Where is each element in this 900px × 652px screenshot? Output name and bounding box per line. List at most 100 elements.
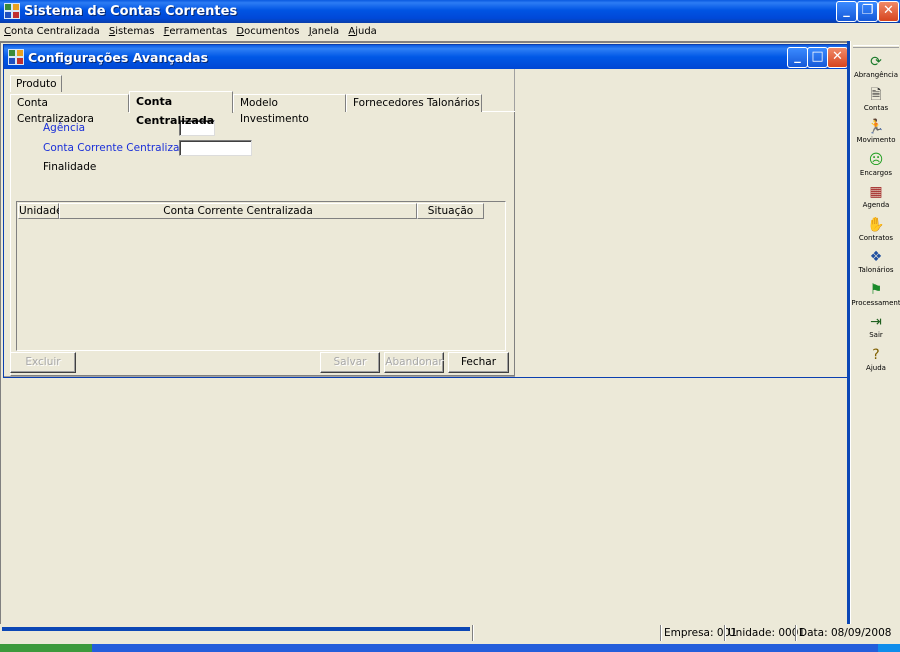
tab-produto[interactable]: Produto (10, 75, 62, 92)
calendar-icon: ▦ (869, 184, 883, 200)
app-title-bar[interactable]: Sistema de Contas Correntes _ ❐ ✕ (0, 0, 900, 23)
system-tray (878, 644, 900, 652)
configuracoes-window: Configurações Avançadas _ □ ✕ Produto Co… (3, 44, 849, 378)
globe-icon: ⟳ (870, 54, 882, 70)
toolbar-button-ajuda[interactable]: ? Ajuda (851, 346, 900, 378)
menu-bar: Conta Centralizada Sistemas Ferramentas … (0, 23, 900, 40)
window-title-bar[interactable]: Configurações Avançadas _ □ ✕ (4, 45, 848, 69)
toolbar-label: Sair (869, 331, 883, 339)
tab-label: Fornecedores Talonários (353, 97, 480, 109)
window-title: Configurações Avançadas (28, 50, 209, 65)
column-header-unidade[interactable]: Unidade (18, 203, 62, 219)
close-button[interactable]: ✕ (878, 1, 899, 22)
running-man-icon: 🏃 (867, 119, 885, 135)
maximize-icon: □ (811, 49, 824, 64)
tab-conta-centralizadora[interactable]: Conta Centralizadora (10, 94, 129, 125)
minimize-icon: _ (843, 3, 850, 18)
app-icon (4, 3, 20, 19)
agencia-label: Agência (43, 122, 86, 134)
menu-conta-centralizada[interactable]: Conta Centralizada (2, 23, 102, 40)
menu-ferramentas[interactable]: Ferramentas (162, 23, 230, 40)
start-button[interactable] (0, 644, 92, 652)
close-icon: ✕ (883, 3, 894, 18)
toolbar-label: Agenda (862, 201, 890, 209)
button-label: Excluir (25, 356, 61, 368)
taskbar (0, 644, 900, 652)
tab-conta-centralizada[interactable]: Conta Centralizada (129, 91, 233, 127)
status-bar: Empresa: 001 Unidade: 0001 Data: 08/09/2… (0, 624, 900, 644)
menu-sistemas[interactable]: Sistemas (107, 23, 157, 40)
toolbar-button-talonarios[interactable]: ❖ Talonários (851, 248, 900, 280)
status-separator (472, 625, 474, 641)
toolbar-button-contas[interactable]: 🗎 Contas (851, 86, 900, 118)
close-icon: ✕ (832, 49, 843, 64)
window-minimize-button[interactable]: _ (787, 47, 808, 68)
status-separator (795, 625, 797, 641)
toolbar-button-agenda[interactable]: ▦ Agenda (851, 183, 900, 215)
minimize-button[interactable]: _ (836, 1, 857, 22)
tab-strip: Conta Centralizadora Conta Centralizada … (10, 91, 515, 127)
side-toolbar: ⟳ Abrangência 🗎 Contas 🏃 Movimento ☹ Encargos ▦ A… (850, 41, 900, 629)
window-body: Produto Conta Centralizadora Conta Centr… (4, 69, 515, 377)
sad-face-icon: ☹ (868, 151, 884, 168)
question-icon: ? (872, 346, 880, 363)
exit-door-icon: ⇥ (870, 314, 882, 330)
toolbar-button-processament[interactable]: ⚑ Processament (851, 281, 900, 313)
progress-bar (2, 627, 470, 631)
tab-label: Conta Centralizada (136, 95, 215, 127)
app-title: Sistema de Contas Correntes (24, 4, 238, 19)
window-close-button[interactable]: ✕ (827, 47, 848, 68)
status-separator (660, 625, 662, 641)
toolbar-label: Abrangência (853, 71, 899, 79)
menu-label: ocumentos (244, 26, 300, 37)
window-maximize-button[interactable]: □ (807, 47, 828, 68)
ledger-icon: 🗎 (870, 86, 882, 103)
toolbar-label: Talonários (858, 266, 894, 274)
contas-grid[interactable]: Unidade Conta Corrente Centralizada Situ… (16, 201, 506, 351)
status-data: Data: 08/09/2008 (799, 627, 892, 639)
conta-corrente-input[interactable] (179, 140, 252, 156)
excluir-button[interactable]: Excluir (10, 352, 76, 373)
menu-label: juda (355, 26, 377, 37)
toolbar-grip[interactable] (853, 45, 899, 48)
handshake-icon: ✋ (867, 216, 885, 233)
button-label: Salvar (333, 356, 367, 368)
toolbar-button-sair[interactable]: ⇥ Sair (851, 313, 900, 345)
status-separator (724, 625, 726, 641)
column-header-situacao[interactable]: Situação (417, 203, 484, 219)
toolbar-button-movimento[interactable]: 🏃 Movimento (851, 118, 900, 150)
finalidade-label: Finalidade (43, 161, 97, 173)
toolbar-button-abrangencia[interactable]: ⟳ Abrangência (851, 53, 900, 85)
minimize-icon: _ (794, 49, 801, 64)
restore-button[interactable]: ❐ (857, 1, 878, 22)
toolbar-label: Ajuda (866, 363, 886, 372)
button-label: Fechar (460, 356, 497, 368)
restore-icon: ❐ (861, 3, 874, 18)
fechar-button[interactable]: Fechar (448, 352, 509, 373)
toolbar-label: Encargos (859, 168, 893, 177)
tab-fornecedores-talonarios[interactable]: Fornecedores Talonários (346, 94, 482, 112)
menu-documentos[interactable]: Documentos (234, 23, 301, 40)
toolbar-label: Processament (851, 298, 900, 307)
toolbar-button-encargos[interactable]: ☹ Encargos (851, 151, 900, 183)
salvar-button[interactable]: Salvar (320, 352, 380, 373)
menu-janela[interactable]: Janela (307, 23, 341, 40)
column-header-conta-corrente-centralizada[interactable]: Conta Corrente Centralizada (59, 203, 417, 219)
menu-ajuda[interactable]: Ajuda (346, 23, 378, 40)
menu-label: onta Centralizada (10, 26, 100, 37)
status-unidade: Unidade: 0001 (728, 627, 806, 639)
menu-label: istemas (115, 26, 155, 37)
tab-label: Produto (16, 78, 57, 90)
button-label: Abandonar (385, 356, 443, 368)
toolbar-button-contratos[interactable]: ✋ Contratos (851, 216, 900, 248)
checkbook-icon: ❖ (869, 249, 883, 265)
flag-icon: ⚑ (869, 281, 883, 298)
menu-label: erramentas (169, 26, 228, 37)
toolbar-label: Contratos (858, 233, 894, 242)
toolbar-label: Movimento (856, 136, 896, 144)
grid-header: Unidade Conta Corrente Centralizada Situ… (18, 203, 504, 219)
menu-label: anela (311, 26, 340, 37)
window-icon (8, 49, 24, 65)
tab-modelo-investimento[interactable]: Modelo Investimento (233, 94, 346, 125)
abandonar-button[interactable]: Abandonar (384, 352, 444, 373)
